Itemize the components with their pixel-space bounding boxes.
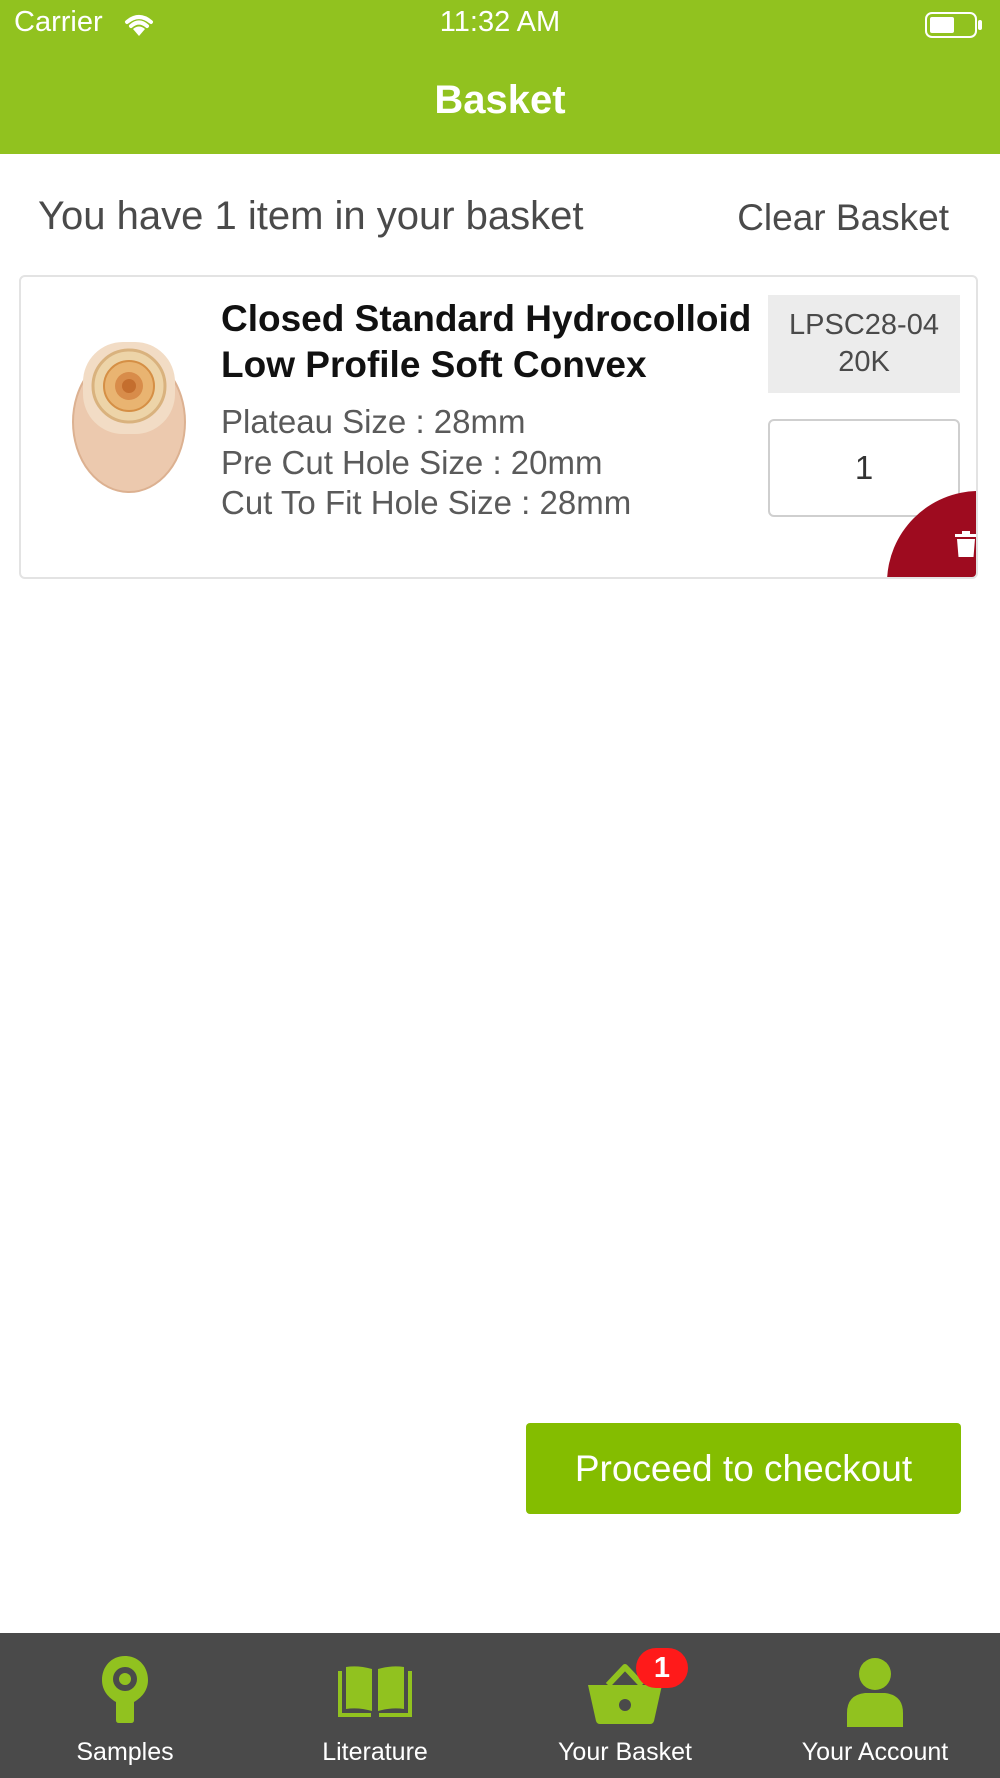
spec-pre-cut-hole-size: Pre Cut Hole Size : 20mm xyxy=(221,444,603,481)
trash-icon xyxy=(955,531,976,557)
tab-literature[interactable]: Literature xyxy=(250,1633,500,1778)
product-title: Closed Standard Hydrocolloid Low Profile… xyxy=(221,296,761,388)
battery-icon xyxy=(925,12,982,38)
spec-plateau-size: Plateau Size : 28mm xyxy=(221,403,526,440)
quantity-field[interactable]: 1 xyxy=(768,419,960,517)
product-title-line-1: Closed Standard Hydrocolloid xyxy=(221,298,752,339)
tab-literature-label: Literature xyxy=(322,1738,428,1766)
page-title: Basket xyxy=(434,78,566,122)
samples-icon xyxy=(102,1656,148,1723)
clear-basket-button[interactable]: Clear Basket xyxy=(737,197,949,239)
product-title-line-2: Low Profile Soft Convex xyxy=(221,344,647,385)
top-bar: Carrier 11:32 AM Basket xyxy=(0,0,1000,154)
product-code-line-2: 20K xyxy=(838,346,890,378)
tab-your-account-label: Your Account xyxy=(801,1738,949,1766)
product-code: LPSC28-04 20K xyxy=(768,295,960,393)
tab-samples-label: Samples xyxy=(76,1738,174,1766)
product-code-line-1: LPSC28-04 xyxy=(789,309,939,341)
basket-item: Closed Standard Hydrocolloid Low Profile… xyxy=(19,275,978,579)
tab-your-basket-label: Your Basket xyxy=(558,1738,692,1766)
tab-samples[interactable]: Samples xyxy=(0,1633,250,1778)
basket-count-badge: 1 xyxy=(636,1648,688,1688)
book-icon xyxy=(338,1666,412,1717)
spec-cut-to-fit-hole-size: Cut To Fit Hole Size : 28mm xyxy=(221,484,632,521)
product-image xyxy=(72,342,186,493)
tab-bar: Samples Literature Your Basket 1 Your Ac… xyxy=(0,1633,1000,1778)
proceed-to-checkout-button[interactable]: Proceed to checkout xyxy=(526,1423,961,1514)
status-time: 11:32 AM xyxy=(439,6,561,38)
tab-your-basket[interactable]: Your Basket xyxy=(500,1633,750,1778)
basket-summary: You have 1 item in your basket xyxy=(38,194,584,238)
tab-your-account[interactable]: Your Account xyxy=(750,1633,1000,1778)
user-icon xyxy=(847,1658,903,1727)
